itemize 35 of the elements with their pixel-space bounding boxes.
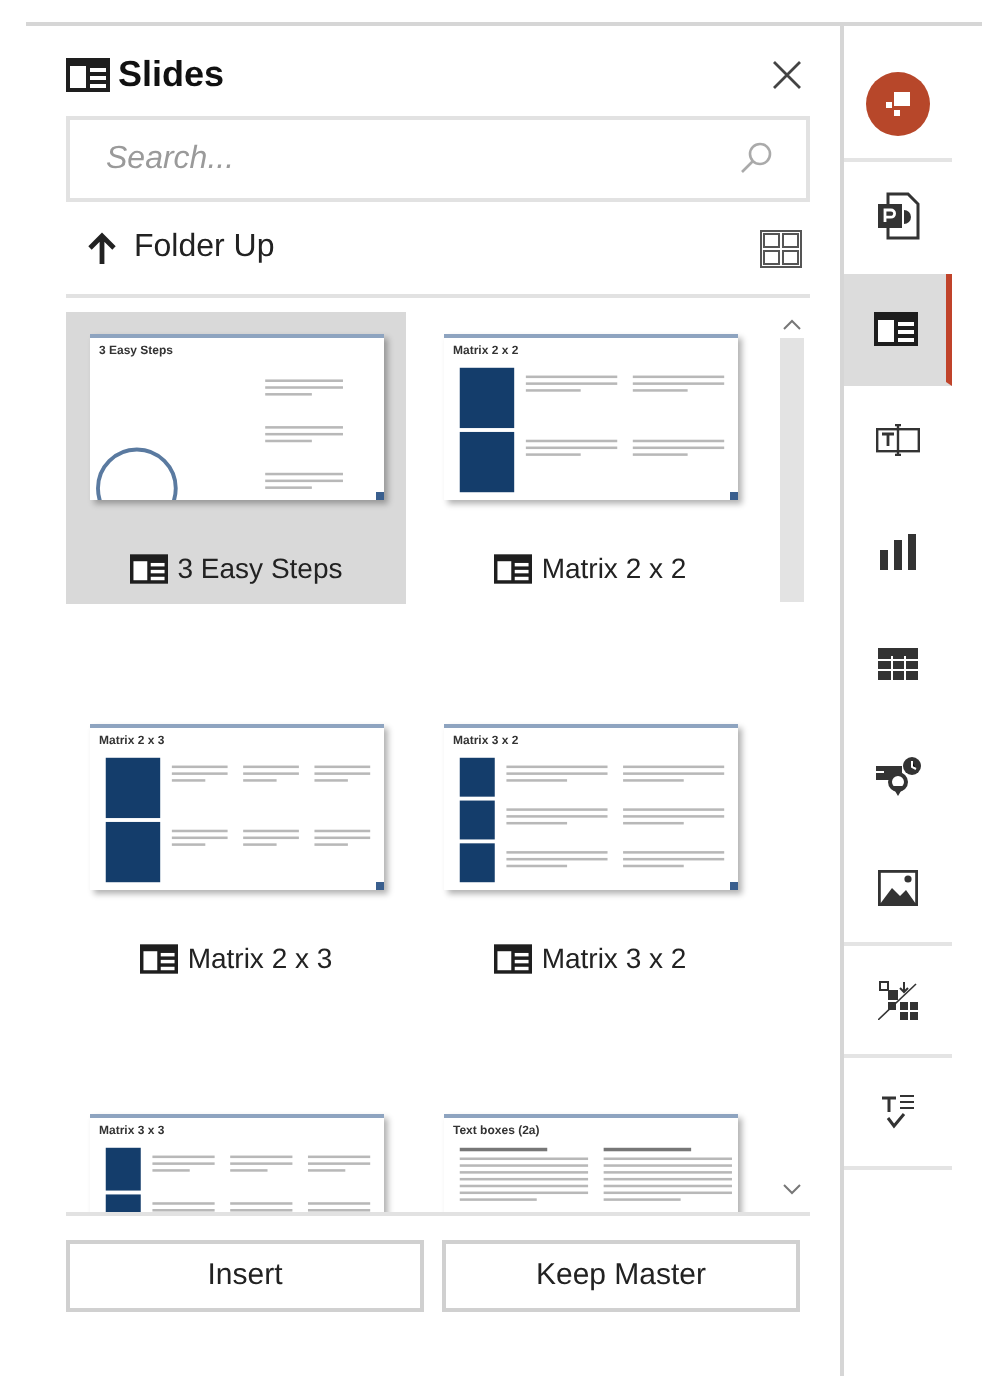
- grid-view-icon[interactable]: [760, 229, 802, 267]
- bar-chart-icon[interactable]: [880, 534, 916, 570]
- slide-label: Matrix 2 x 2: [541, 550, 687, 588]
- text-box-icon[interactable]: [876, 424, 920, 456]
- table-icon[interactable]: [878, 648, 918, 680]
- slides-icon[interactable]: [873, 311, 917, 345]
- slide-layout-icon: [493, 554, 532, 584]
- slide-label: 3 Easy Steps: [177, 550, 343, 588]
- slide-layout-icon: [139, 944, 178, 974]
- presentation-file-icon[interactable]: [876, 192, 920, 240]
- grid-arrange-icon[interactable]: [878, 980, 918, 1020]
- search-field[interactable]: Search...: [66, 116, 810, 202]
- corner-mark-icon: [729, 882, 737, 890]
- panel-title: Slides: [118, 51, 225, 97]
- sidebar-item[interactable]: [844, 274, 952, 386]
- slide-label: Matrix 3 x 2: [541, 940, 687, 978]
- text-check-icon[interactable]: [880, 1094, 916, 1130]
- truck-map-pin-icon[interactable]: [874, 756, 922, 796]
- folder-up-button[interactable]: Folder Up: [66, 224, 275, 272]
- slides-icon: [66, 57, 110, 91]
- slide-layout-icon: [493, 944, 532, 974]
- scroll-up-icon[interactable]: [782, 318, 802, 330]
- corner-mark-icon: [729, 492, 737, 500]
- corner-mark-icon: [375, 882, 383, 890]
- keep-master-button[interactable]: Keep Master: [442, 1240, 800, 1312]
- scroll-down-icon[interactable]: [782, 1184, 802, 1196]
- corner-mark-icon: [375, 492, 383, 500]
- scrollbar-thumb[interactable]: [780, 338, 804, 602]
- picture-icon[interactable]: [878, 870, 918, 906]
- slide-layout-icon: [129, 554, 168, 584]
- slide-label: Matrix 2 x 3: [187, 940, 333, 978]
- up-arrow-icon: [88, 232, 116, 264]
- logo-icon[interactable]: [866, 72, 930, 136]
- close-icon[interactable]: [772, 59, 802, 89]
- insert-button[interactable]: Insert: [66, 1240, 424, 1312]
